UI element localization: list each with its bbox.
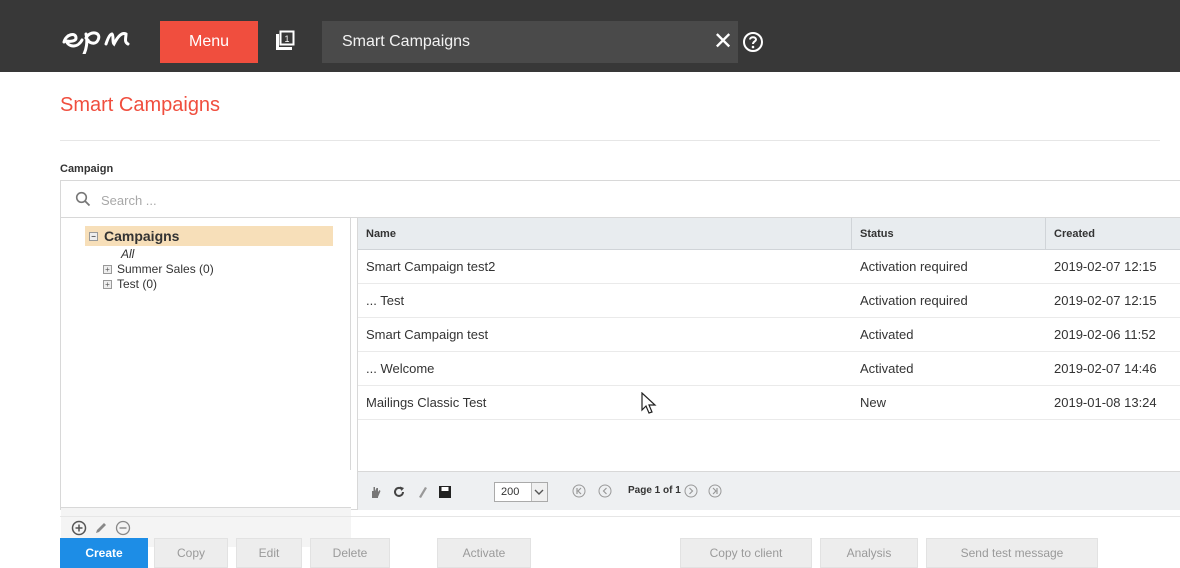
tree-item-label: Summer Sales (0): [117, 262, 214, 276]
open-tab-title[interactable]: Smart Campaigns: [322, 21, 738, 63]
tree-item-all[interactable]: All: [121, 247, 134, 261]
top-bar: Menu 1 Smart Campaigns ✕: [0, 0, 1180, 72]
grid-header: Name Status Created: [358, 218, 1180, 250]
send-test-message-button[interactable]: Send test message: [926, 538, 1098, 568]
column-header-created[interactable]: Created: [1046, 218, 1180, 250]
cell-created: 2019-02-07 14:46: [1054, 361, 1157, 376]
column-header-status[interactable]: Status: [852, 218, 1046, 250]
epi-logo[interactable]: [60, 20, 142, 54]
mouse-cursor-icon: [641, 392, 657, 414]
cell-created: 2019-02-06 11:52: [1054, 327, 1156, 342]
hand-icon[interactable]: [368, 485, 382, 499]
page-size-value: 200: [501, 486, 520, 498]
cell-name: Mailings Classic Test: [366, 395, 487, 410]
tree-item-test[interactable]: + Test (0): [103, 277, 157, 291]
search-bar: [61, 181, 1180, 218]
svg-text:1: 1: [284, 34, 289, 44]
campaign-tree: − Campaigns All + Summer Sales (0) + Tes…: [61, 218, 351, 547]
copy-button[interactable]: Copy: [154, 538, 228, 568]
table-row[interactable]: ... Welcome Activated 2019-02-07 14:46: [358, 352, 1180, 386]
cell-created: 2019-02-07 12:15: [1054, 259, 1157, 274]
delete-button[interactable]: Delete: [310, 538, 390, 568]
column-header-name[interactable]: Name: [358, 218, 852, 250]
pager-text: Page 1 of 1: [628, 485, 681, 496]
search-icon: [75, 191, 91, 207]
create-button[interactable]: Create: [60, 538, 148, 568]
cell-name: Smart Campaign test: [366, 327, 489, 342]
menu-button[interactable]: Menu: [160, 21, 258, 63]
refresh-icon[interactable]: [392, 485, 406, 499]
expand-icon[interactable]: +: [103, 264, 112, 274]
cell-name: ... Test: [366, 293, 405, 308]
campaign-grid: Name Status Created Smart Campaign test2…: [357, 218, 1180, 510]
eraser-icon[interactable]: [416, 485, 430, 499]
analysis-button[interactable]: Analysis: [820, 538, 918, 568]
copy-to-client-button[interactable]: Copy to client: [680, 538, 812, 568]
edit-button[interactable]: Edit: [236, 538, 302, 568]
collapse-icon[interactable]: −: [89, 231, 98, 241]
first-page-icon[interactable]: [572, 484, 586, 498]
tree-root-campaigns[interactable]: − Campaigns: [85, 226, 333, 246]
previous-page-icon[interactable]: [598, 484, 612, 498]
activate-button[interactable]: Activate: [437, 538, 531, 568]
divider: [60, 140, 1160, 141]
table-row[interactable]: ... Test Activation required 2019-02-07 …: [358, 284, 1180, 318]
cell-created: 2019-02-07 12:15: [1054, 293, 1157, 308]
close-icon[interactable]: ✕: [712, 28, 734, 56]
pages-icon[interactable]: 1: [274, 30, 296, 52]
search-input[interactable]: [101, 189, 701, 211]
tree-item-label: Test (0): [117, 277, 158, 291]
chevron-down-icon[interactable]: [531, 483, 547, 501]
expand-icon[interactable]: +: [103, 279, 112, 289]
cell-status: Activation required: [860, 293, 968, 308]
next-page-icon[interactable]: [684, 484, 698, 498]
tree-item-summer-sales[interactable]: + Summer Sales (0): [103, 262, 214, 276]
tree-root-label: Campaigns: [104, 228, 180, 244]
campaign-panel: − Campaigns All + Summer Sales (0) + Tes…: [60, 180, 1180, 547]
table-row[interactable]: Smart Campaign test Activated 2019-02-06…: [358, 318, 1180, 352]
cell-status: Activated: [860, 361, 914, 376]
cell-name: ... Welcome: [366, 361, 435, 376]
cell-name: Smart Campaign test2: [366, 259, 496, 274]
open-tab-label: Smart Campaigns: [342, 33, 471, 50]
grid-toolbar: 200 Page 1 of 1: [358, 471, 1180, 510]
campaign-section-label: Campaign: [60, 163, 114, 175]
help-icon[interactable]: [742, 31, 764, 53]
cell-status: New: [860, 395, 887, 410]
remove-icon[interactable]: [115, 520, 131, 536]
cell-created: 2019-01-08 13:24: [1054, 395, 1157, 410]
divider: [60, 516, 1180, 517]
cell-status: Activation required: [860, 259, 968, 274]
table-row[interactable]: Mailings Classic Test New 2019-01-08 13:…: [358, 386, 1180, 420]
page-size-select[interactable]: 200: [494, 482, 548, 502]
pencil-icon[interactable]: [93, 520, 109, 536]
add-icon[interactable]: [71, 520, 87, 536]
save-icon[interactable]: [438, 485, 452, 499]
page-title: Smart Campaigns: [60, 94, 221, 116]
table-row[interactable]: Smart Campaign test2 Activation required…: [358, 250, 1180, 284]
last-page-icon[interactable]: [708, 484, 722, 498]
cell-status: Activated: [860, 327, 914, 342]
